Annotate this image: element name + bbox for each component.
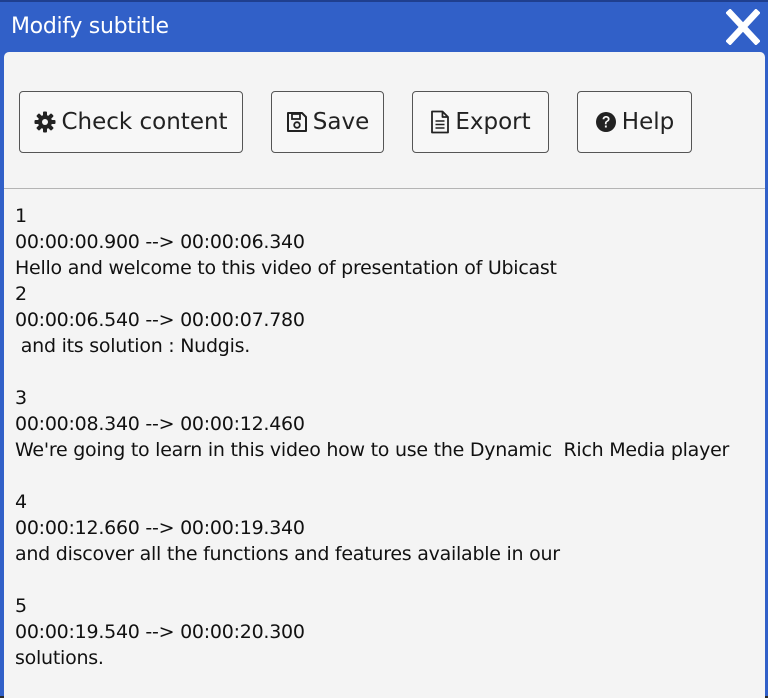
close-button[interactable] — [726, 9, 760, 45]
floppy-disk-icon — [286, 111, 308, 133]
check-content-label: Check content — [61, 109, 228, 135]
toolbar: Check content Save Export Help — [4, 52, 765, 189]
dialog-body: Check content Save Export Help 1 00:00:0… — [4, 52, 765, 698]
gear-icon — [34, 111, 56, 133]
modify-subtitle-dialog: Modify subtitle Check content Save Expor… — [0, 0, 768, 698]
question-circle-icon — [595, 111, 617, 133]
subtitle-editor[interactable]: 1 00:00:00.900 --> 00:00:06.340 Hello an… — [4, 189, 765, 698]
export-button[interactable]: Export — [412, 91, 549, 153]
check-content-button[interactable]: Check content — [19, 91, 243, 153]
subtitle-content[interactable]: 1 00:00:00.900 --> 00:00:06.340 Hello an… — [4, 189, 765, 671]
dialog-title-bar: Modify subtitle — [0, 2, 768, 52]
help-button[interactable]: Help — [577, 91, 692, 153]
save-label: Save — [312, 109, 370, 135]
close-icon — [726, 9, 760, 45]
document-icon — [430, 110, 450, 134]
dialog-title: Modify subtitle — [11, 14, 169, 39]
help-label: Help — [621, 109, 675, 135]
export-label: Export — [455, 109, 531, 135]
save-button[interactable]: Save — [271, 91, 384, 153]
